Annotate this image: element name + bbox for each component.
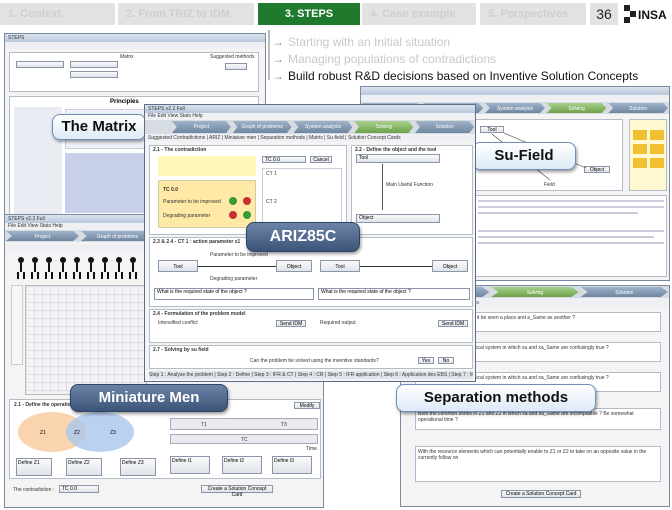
failure-icon [243,197,251,205]
nav-tab-steps[interactable]: 3. STEPS [258,3,360,25]
success-icon [243,211,251,219]
drawing-canvas[interactable] [25,285,147,395]
zone-venn: Z1 Z2 Z3 [18,412,134,452]
matrix-titlebar: STEPS [5,34,265,42]
bullet-item: → Build robust R&D decisions based on Inv… [272,69,639,83]
solving-panel: 2.7 - Solving by su field Can the proble… [149,345,473,369]
miniature-create-button[interactable]: Create a Solution Concept Card [201,485,273,498]
bullet-item: → Managing populations of contradictions [272,52,497,66]
ariz-process-tabs: Project Graph of problems System analysi… [145,120,475,134]
bullet-connector [268,30,270,80]
tc-table: TC 0.0 Parameter to be improved Degradin… [158,180,256,228]
failure-icon [229,211,237,219]
svg-text:Z1: Z1 [40,430,46,436]
svg-text:Z3: Z3 [110,430,116,436]
no-button[interactable]: No [438,357,454,364]
top-navigation: 1. Context 2. From TRIZ to IDM 3. STEPS … [0,0,672,30]
insa-logo: INSA [622,2,670,28]
bullet-item: → Starting with an Initial situation [272,35,451,49]
separation-create-button[interactable]: Create a Solution Concept Card [501,490,581,498]
sufield-palette [629,119,667,191]
matrix-top-panel: Matrix Suggested methods [9,52,259,92]
formulation-panel: 2.4 - Formulation of the problem model I… [149,309,473,343]
nav-tab-triz-to-idm[interactable]: 2. From TRIZ to IDM [118,3,254,25]
success-icon [229,197,237,205]
nav-tab-context[interactable]: 1. Context [0,3,115,25]
sufield-text-panel [473,195,667,277]
sufield-label: Su-Field [472,142,576,170]
drawing-toolbar[interactable] [11,285,23,365]
bullet-list: → Starting with an Initial situation → Man… [272,34,638,85]
object-tool-panel: 2.2 - Define the object and the tool Too… [351,145,473,235]
matrix-label: The Matrix [52,114,146,140]
steps-bar[interactable]: Step 1 : Analyse the problem | Step 2 : … [149,371,473,379]
page-number: 36 [590,3,618,25]
nav-tab-case-example[interactable]: 4. Case example [362,3,476,25]
logo-text: INSA [638,8,667,22]
contradiction-select[interactable]: TC 0.0 [59,485,99,493]
miniature-label: Miniature Men [70,384,228,412]
ariz-label: ARIZ85C [246,222,360,252]
yes-button[interactable]: Yes [418,357,434,364]
timeline-bar: T1 T3 [170,418,318,430]
ariz-sub-tabs[interactable]: Suggested Contradictions | ARIZ | Miniat… [145,134,475,142]
separation-label: Separation methods [396,384,596,412]
svg-text:Z2: Z2 [74,430,80,436]
miniature-men-figures [15,255,145,281]
nav-tab-perspectives[interactable]: 5. Perspectives [480,3,586,25]
